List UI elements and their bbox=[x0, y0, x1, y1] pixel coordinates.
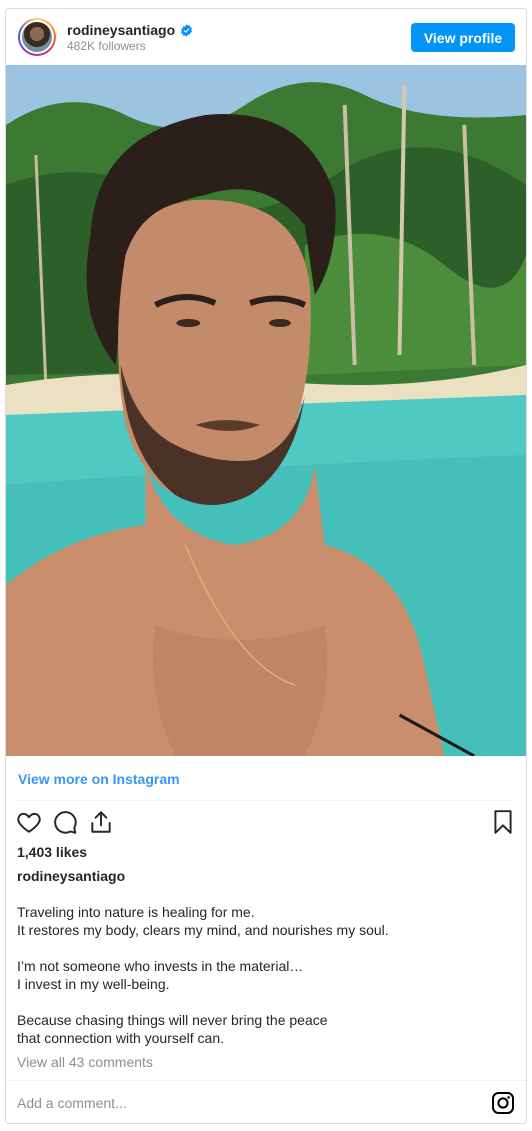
caption-line: that connection with yourself can. bbox=[17, 1030, 225, 1046]
caption-username[interactable]: rodineysantiago bbox=[17, 868, 125, 884]
verified-badge-icon bbox=[181, 24, 192, 37]
divider bbox=[18, 800, 514, 801]
caption-line: Because chasing things will never bring … bbox=[17, 1012, 328, 1028]
heart-icon[interactable] bbox=[16, 809, 42, 835]
view-more-link[interactable]: View more on Instagram bbox=[18, 771, 180, 787]
view-all-comments-link[interactable]: View all 43 comments bbox=[17, 1054, 153, 1070]
profile-avatar[interactable] bbox=[18, 18, 56, 56]
avatar-image bbox=[20, 20, 54, 54]
post-photo[interactable] bbox=[6, 65, 526, 756]
instagram-logo-icon[interactable] bbox=[491, 1091, 515, 1115]
view-profile-button[interactable]: View profile bbox=[411, 23, 515, 52]
followers-count: 482K followers bbox=[67, 39, 146, 53]
likes-count[interactable]: 1,403 likes bbox=[17, 844, 87, 860]
action-bar bbox=[6, 809, 526, 837]
bookmark-icon[interactable] bbox=[490, 809, 516, 835]
caption-line bbox=[17, 993, 517, 1011]
post-header: rodineysantiago 482K followers View prof… bbox=[6, 9, 526, 65]
selfie-photo-illustration bbox=[6, 65, 526, 756]
post-caption: Traveling into nature is healing for me.… bbox=[17, 903, 517, 1047]
share-icon[interactable] bbox=[88, 809, 114, 835]
caption-line: It restores my body, clears my mind, and… bbox=[17, 922, 389, 938]
add-comment-input[interactable] bbox=[17, 1095, 457, 1111]
caption-line: Traveling into nature is healing for me. bbox=[17, 904, 255, 920]
comment-icon[interactable] bbox=[52, 809, 78, 835]
header-username[interactable]: rodineysantiago bbox=[67, 22, 175, 38]
caption-line bbox=[17, 939, 517, 957]
caption-line: I invest in my well-being. bbox=[17, 976, 170, 992]
divider bbox=[6, 1080, 526, 1081]
instagram-embed-card: rodineysantiago 482K followers View prof… bbox=[5, 8, 527, 1124]
caption-line: I’m not someone who invests in the mater… bbox=[17, 958, 304, 974]
